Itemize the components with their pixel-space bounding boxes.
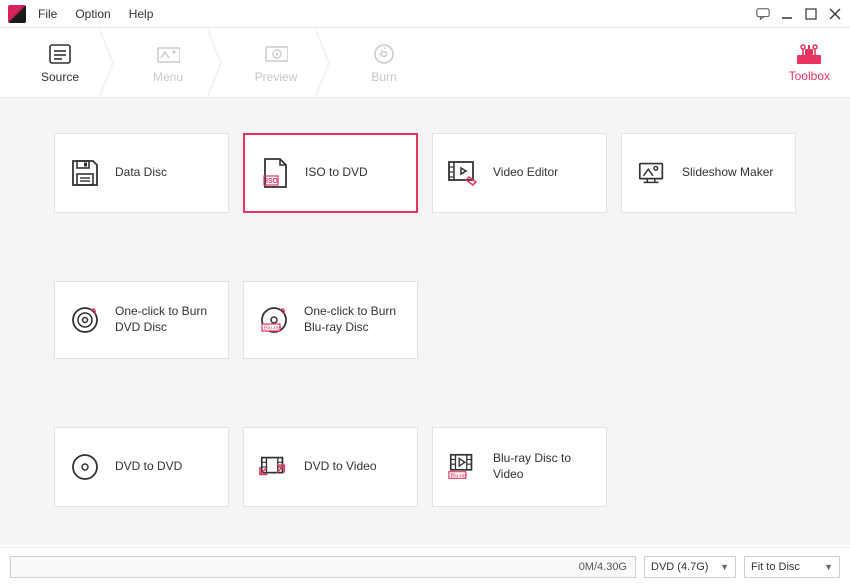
step-source[interactable]: Source	[20, 28, 100, 97]
card-dvd-to-dvd[interactable]: DVD to DVD	[54, 427, 229, 507]
card-label: Blu-ray Disc to Video	[493, 451, 592, 482]
menu-help[interactable]: Help	[129, 7, 154, 21]
card-label: Video Editor	[493, 165, 558, 181]
video-editor-icon	[447, 157, 479, 189]
card-label: ISO to DVD	[305, 165, 368, 181]
card-label: Data Disc	[115, 165, 167, 181]
card-label: DVD to DVD	[115, 459, 182, 475]
card-video-editor[interactable]: Video Editor	[432, 133, 607, 213]
card-bluray-to-video[interactable]: Blu-ray Blu-ray Disc to Video	[432, 427, 607, 507]
menu-option[interactable]: Option	[75, 7, 110, 21]
slideshow-icon	[636, 157, 668, 189]
floppy-icon	[69, 157, 101, 189]
status-bar: 0M/4.30G DVD (4.7G) ▼ Fit to Disc ▼	[0, 547, 850, 585]
card-one-click-dvd[interactable]: One-click to Burn DVD Disc	[54, 281, 229, 359]
toolbox-label: Toolbox	[789, 69, 830, 83]
step-preview[interactable]: Preview	[236, 28, 316, 97]
menu-file[interactable]: File	[38, 7, 57, 21]
chevron-down-icon: ▼	[824, 562, 833, 572]
card-label: DVD to Video	[304, 459, 377, 475]
titlebar: File Option Help	[0, 0, 850, 28]
disc-burn-icon	[69, 304, 101, 336]
toolbox-button[interactable]: Toolbox	[789, 43, 830, 83]
card-label: One-click to Burn Blu-ray Disc	[304, 304, 403, 335]
card-label: One-click to Burn DVD Disc	[115, 304, 214, 335]
fit-mode-value: Fit to Disc	[751, 561, 800, 573]
step-bar: Source Menu Preview Burn Toolbox	[0, 28, 850, 98]
menu-step-icon	[156, 42, 180, 66]
close-button[interactable]	[828, 7, 842, 21]
card-one-click-bluray[interactable]: Blu-ray One-click to Burn Blu-ray Disc	[243, 281, 418, 359]
burn-icon	[372, 42, 396, 66]
progress-indicator: 0M/4.30G	[10, 556, 636, 578]
tools-grid: Data Disc ISO ISO to DVD Video Editor Sl…	[54, 133, 796, 507]
step-menu[interactable]: Menu	[128, 28, 208, 97]
toolbox-icon	[795, 43, 823, 67]
card-data-disc[interactable]: Data Disc	[54, 133, 229, 213]
film-convert-icon	[258, 451, 290, 483]
card-iso-to-dvd[interactable]: ISO ISO to DVD	[243, 133, 418, 213]
chevron-down-icon: ▼	[720, 562, 729, 572]
feedback-icon[interactable]	[756, 7, 770, 21]
step-burn[interactable]: Burn	[344, 28, 424, 97]
disc-type-select[interactable]: DVD (4.7G) ▼	[644, 556, 736, 578]
step-arrow-icon	[100, 28, 128, 98]
fit-mode-select[interactable]: Fit to Disc ▼	[744, 556, 840, 578]
bluray-burn-icon: Blu-ray	[258, 304, 290, 336]
step-source-label: Source	[41, 70, 79, 84]
svg-text:Blu-ray: Blu-ray	[264, 326, 282, 332]
card-label: Slideshow Maker	[682, 165, 773, 181]
content-area: Data Disc ISO ISO to DVD Video Editor Sl…	[0, 98, 850, 545]
svg-text:ISO: ISO	[266, 178, 279, 185]
bluray-film-icon: Blu-ray	[447, 451, 479, 483]
maximize-button[interactable]	[804, 7, 818, 21]
disc-icon	[69, 451, 101, 483]
step-menu-label: Menu	[153, 70, 183, 84]
minimize-button[interactable]	[780, 7, 794, 21]
progress-text: 0M/4.30G	[579, 561, 627, 573]
step-arrow-icon	[316, 28, 344, 98]
step-preview-label: Preview	[255, 70, 298, 84]
svg-text:Blu-ray: Blu-ray	[451, 473, 468, 479]
card-slideshow-maker[interactable]: Slideshow Maker	[621, 133, 796, 213]
app-logo-icon	[8, 5, 26, 23]
step-arrow-icon	[208, 28, 236, 98]
preview-icon	[264, 42, 288, 66]
card-dvd-to-video[interactable]: DVD to Video	[243, 427, 418, 507]
step-burn-label: Burn	[371, 70, 396, 84]
iso-file-icon: ISO	[259, 157, 291, 189]
disc-type-value: DVD (4.7G)	[651, 561, 708, 573]
source-icon	[48, 42, 72, 66]
